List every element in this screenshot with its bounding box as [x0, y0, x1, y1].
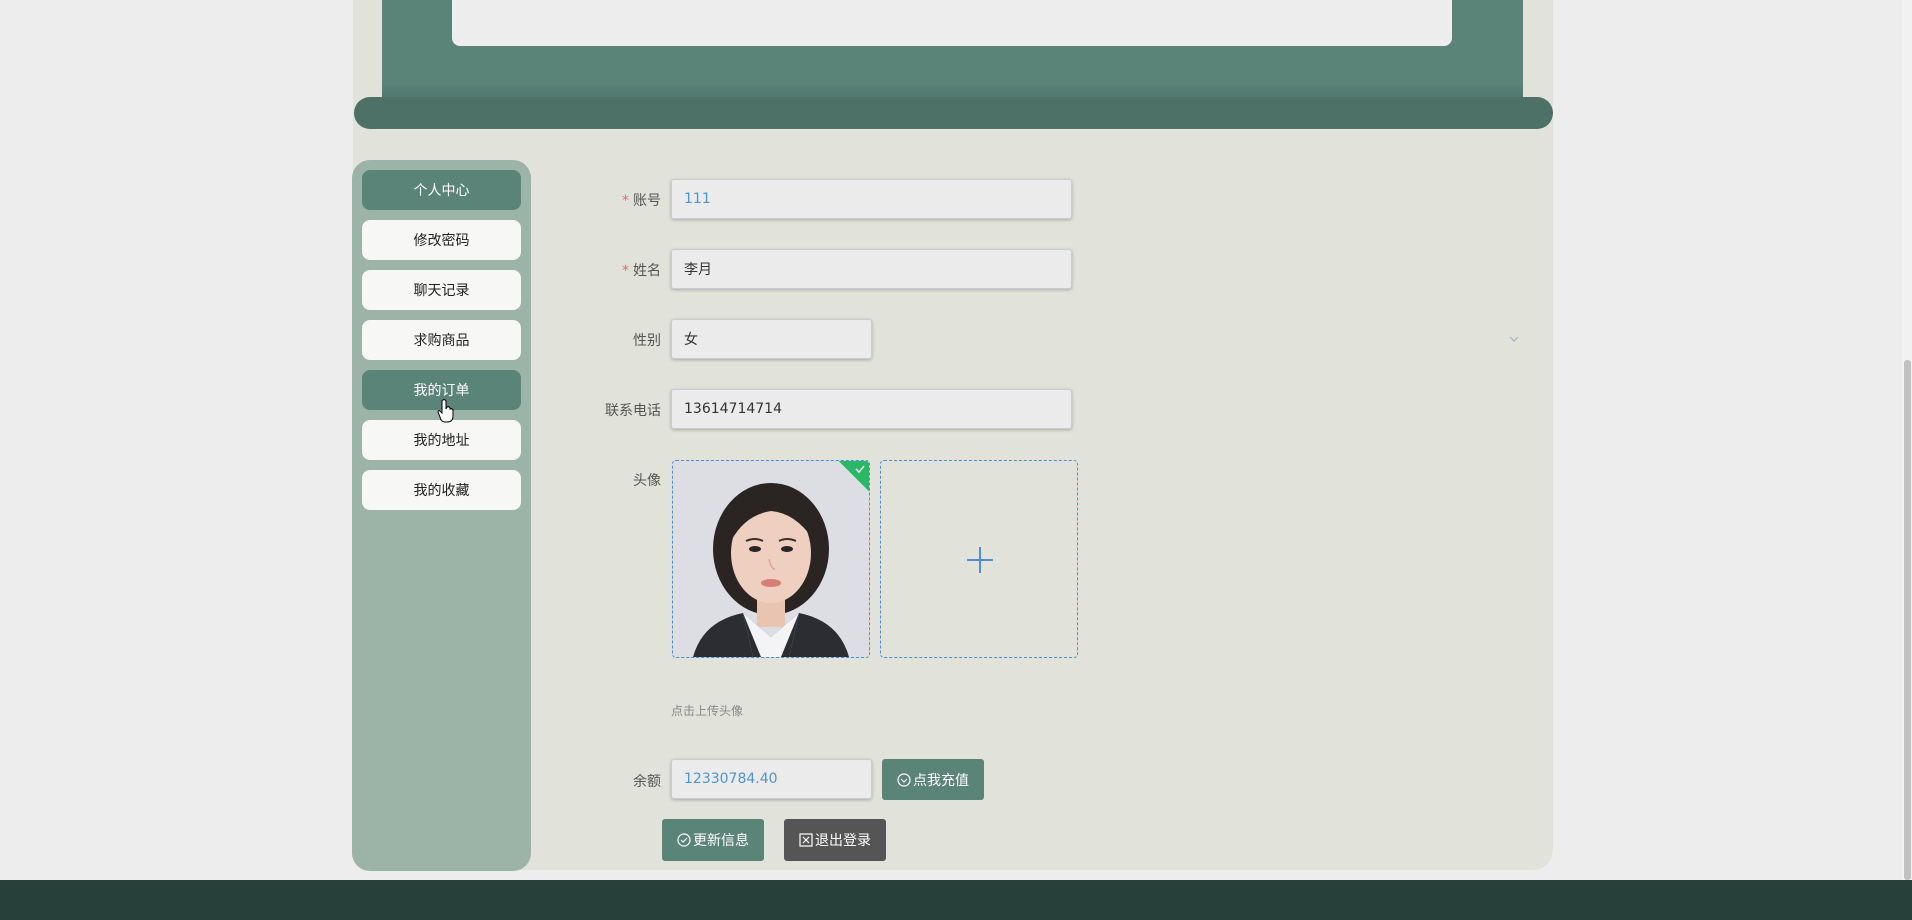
sidebar-item-chat-history[interactable]: 聊天记录 [362, 270, 521, 310]
close-square-icon [799, 833, 813, 847]
footer [0, 880, 1912, 920]
avatar-portrait-image [673, 461, 869, 657]
logout-button[interactable]: 退出登录 [784, 819, 886, 861]
account-label: * 账号 [511, 190, 661, 210]
avatar-upload-button[interactable] [880, 460, 1078, 658]
gender-select[interactable] [671, 319, 872, 359]
check-icon [855, 465, 865, 474]
account-label-text: 账号 [633, 193, 661, 209]
update-info-label: 更新信息 [693, 833, 749, 849]
sidebar-item-personal-center[interactable]: 个人中心 [362, 170, 521, 210]
check-circle-icon [677, 833, 691, 847]
phone-input[interactable] [671, 389, 1072, 429]
name-label-text: 姓名 [633, 263, 661, 279]
recharge-icon [897, 772, 911, 787]
avatar-label: 头像 [633, 473, 661, 489]
hand-cursor-icon [437, 399, 454, 423]
plus-icon [967, 547, 993, 573]
sidebar-item-change-password[interactable]: 修改密码 [362, 220, 521, 260]
account-input[interactable] [671, 179, 1072, 219]
avatar-image[interactable] [672, 460, 870, 658]
update-info-button[interactable]: 更新信息 [662, 819, 764, 861]
chevron-down-icon[interactable] [1509, 334, 1519, 344]
required-mark: * [622, 193, 629, 209]
header-inner-panel [452, 0, 1452, 46]
avatar-upload-hint: 点击上传头像 [671, 704, 744, 718]
balance-label: 余额 [633, 774, 661, 790]
sidebar-item-my-favorites[interactable]: 我的收藏 [362, 470, 521, 510]
name-input[interactable] [671, 249, 1072, 289]
gender-label: 性别 [633, 333, 661, 349]
recharge-label: 点我充值 [913, 772, 969, 789]
header-scroll-bar [354, 97, 1553, 129]
logout-label: 退出登录 [815, 833, 871, 849]
phone-label: 联系电话 [605, 403, 661, 419]
sidebar: 个人中心 修改密码 聊天记录 求购商品 我的订单 我的地址 我的收藏 [352, 160, 531, 871]
recharge-button[interactable]: 点我充值 [882, 759, 984, 800]
name-label: * 姓名 [511, 260, 661, 280]
sidebar-item-my-address[interactable]: 我的地址 [362, 420, 521, 460]
scrollbar-thumb[interactable] [1904, 360, 1911, 880]
required-mark: * [622, 263, 629, 279]
sidebar-item-wanted-goods[interactable]: 求购商品 [362, 320, 521, 360]
balance-input[interactable] [671, 759, 872, 799]
